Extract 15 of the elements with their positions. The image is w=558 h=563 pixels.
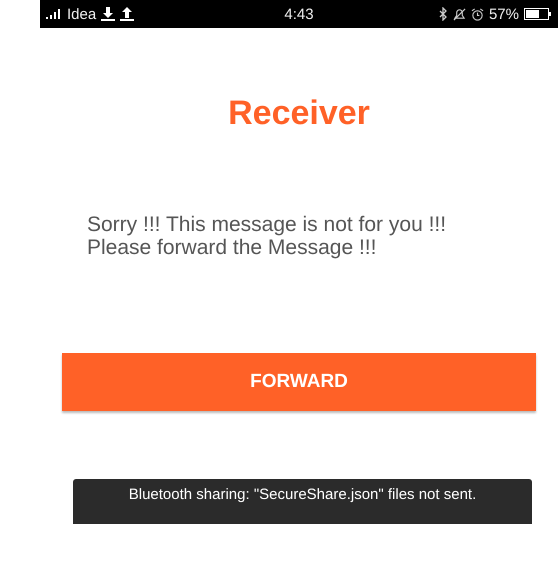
toast-message: Bluetooth sharing: "SecureShare.json" files not sent. bbox=[73, 479, 532, 524]
clock-time: 4:43 bbox=[284, 6, 314, 22]
bell-off-icon bbox=[452, 8, 466, 20]
upload-icon bbox=[120, 7, 134, 21]
message-text: Please forward the Message !!! bbox=[87, 236, 378, 259]
alarm-icon bbox=[470, 8, 484, 20]
signal-icon bbox=[46, 9, 62, 19]
page-title: Receiver bbox=[228, 94, 370, 133]
battery-icon bbox=[524, 8, 552, 20]
battery-percent: 57% bbox=[488, 6, 519, 22]
download-icon bbox=[101, 7, 116, 21]
carrier-name: Idea bbox=[67, 6, 96, 22]
bluetooth-icon bbox=[438, 7, 448, 21]
message-text: Sorry !!! This message is not for you !!! bbox=[87, 213, 448, 236]
forward-button[interactable]: FORWARD bbox=[62, 353, 536, 411]
